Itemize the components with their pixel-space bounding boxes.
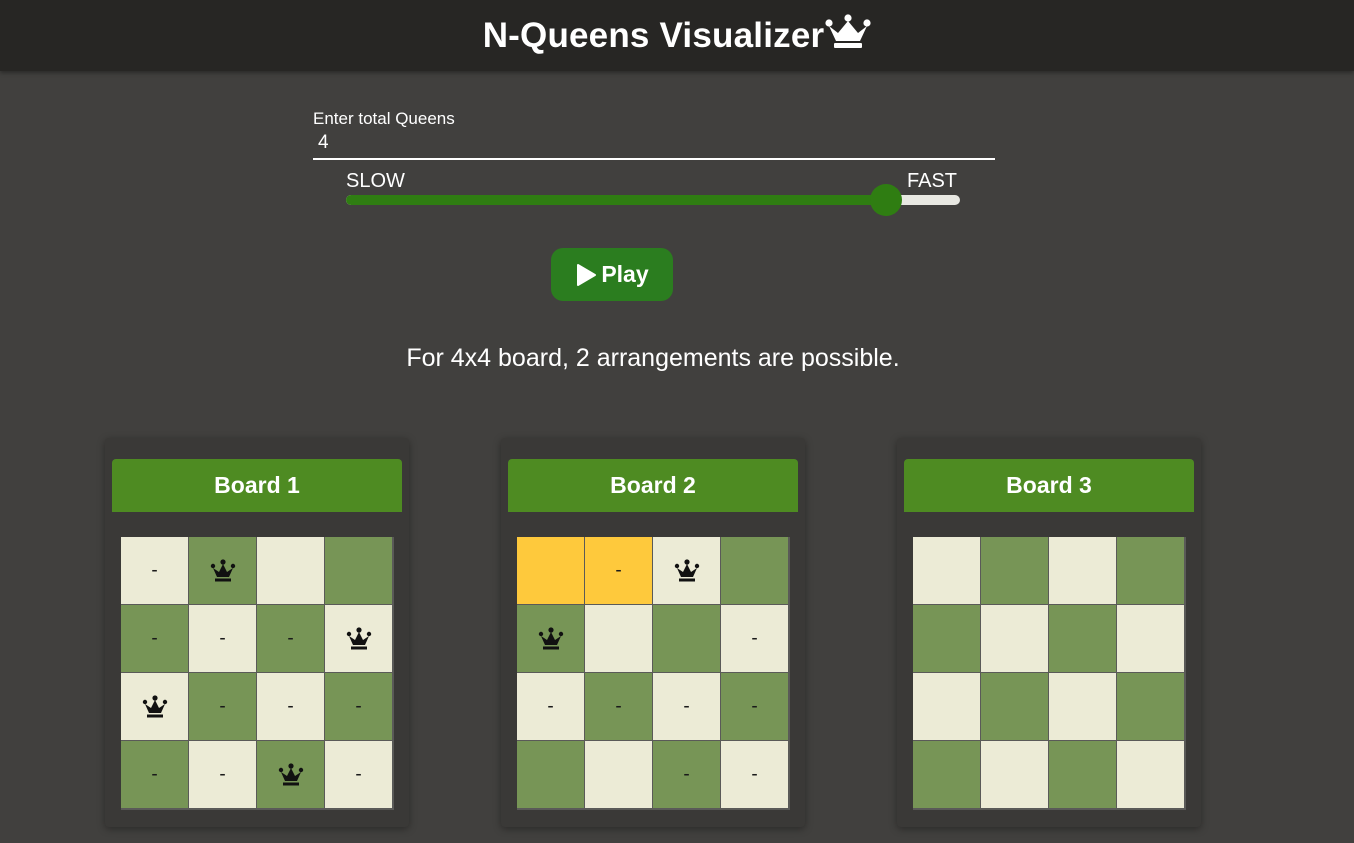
board-cell <box>121 673 188 740</box>
board-cell: - <box>721 741 788 808</box>
board-cell: - <box>121 741 188 808</box>
board-cell <box>189 537 256 604</box>
board-cell <box>913 605 980 672</box>
board-cell <box>1049 537 1116 604</box>
queen-icon <box>538 626 563 649</box>
cell-mark: - <box>751 627 758 649</box>
fast-label: FAST <box>907 170 958 192</box>
queen-icon <box>210 558 235 581</box>
chess-board <box>913 537 1186 810</box>
board-cell: - <box>325 673 392 740</box>
cell-mark: - <box>151 559 158 581</box>
queen-icon <box>278 762 303 785</box>
page-title: N-Queens Visualizer <box>482 15 825 55</box>
cell-mark: - <box>287 627 294 649</box>
board-cell <box>1117 537 1184 604</box>
board-title: Board 3 <box>904 459 1194 512</box>
slow-label: SLOW <box>346 170 405 192</box>
header: N-Queens Visualizer <box>0 0 1354 71</box>
board-cell <box>585 741 652 808</box>
cell-mark: - <box>219 695 226 717</box>
cell-mark: - <box>683 763 690 785</box>
speed-slider-fill <box>346 195 887 205</box>
play-icon <box>577 263 597 286</box>
speed-slider[interactable] <box>346 184 960 216</box>
board-cell: - <box>121 537 188 604</box>
cell-mark: - <box>751 695 758 717</box>
board-cell: - <box>653 673 720 740</box>
cell-mark: - <box>355 763 362 785</box>
queens-input-label: Enter total Queens <box>313 109 455 128</box>
board-cell <box>1117 605 1184 672</box>
board-cell <box>913 537 980 604</box>
board-cell: - <box>325 741 392 808</box>
cell-mark: - <box>683 695 690 717</box>
board-cell <box>653 537 720 604</box>
board-cell <box>1049 741 1116 808</box>
board-cell <box>257 741 324 808</box>
board-cell: - <box>517 673 584 740</box>
board-cell: - <box>121 605 188 672</box>
board-cell <box>981 537 1048 604</box>
board-cell: - <box>653 741 720 808</box>
board-cell <box>1049 605 1116 672</box>
play-button[interactable]: Play <box>551 248 673 301</box>
board-cell: - <box>585 537 652 604</box>
board-cell <box>1117 673 1184 740</box>
cell-mark: - <box>151 763 158 785</box>
board-cell <box>325 605 392 672</box>
cell-mark: - <box>751 763 758 785</box>
play-button-label: Play <box>601 261 649 287</box>
chess-board: - - - - - - - - <box>517 537 790 810</box>
cell-mark: - <box>219 627 226 649</box>
board-cell <box>1117 741 1184 808</box>
board-cell: - <box>257 605 324 672</box>
cell-mark: - <box>547 695 554 717</box>
board-cell <box>517 537 584 604</box>
board-cell <box>981 741 1048 808</box>
board-cell <box>981 673 1048 740</box>
board-card: Board 1 - - - - - - - - - - <box>105 438 409 827</box>
queens-count-input[interactable] <box>313 128 995 160</box>
cell-mark: - <box>615 695 622 717</box>
board-cell: - <box>189 605 256 672</box>
crown-icon <box>825 13 871 48</box>
board-cell: - <box>721 673 788 740</box>
cell-mark: - <box>615 559 622 581</box>
cell-mark: - <box>219 763 226 785</box>
board-cell <box>913 741 980 808</box>
board-cell: - <box>189 673 256 740</box>
cell-mark: - <box>287 695 294 717</box>
cell-mark: - <box>151 627 158 649</box>
board-cell <box>721 537 788 604</box>
queen-icon <box>674 558 699 581</box>
board-cell <box>585 605 652 672</box>
board-cell <box>981 605 1048 672</box>
board-cell: - <box>257 673 324 740</box>
board-card: Board 3 <box>897 438 1201 827</box>
arrangements-summary: For 4x4 board, 2 arrangements are possib… <box>406 344 900 372</box>
board-cell <box>517 741 584 808</box>
queen-icon <box>346 626 371 649</box>
cell-mark: - <box>355 695 362 717</box>
board-cell <box>913 673 980 740</box>
chess-board: - - - - - - - - - - <box>121 537 394 810</box>
board-cell <box>325 537 392 604</box>
board-title: Board 1 <box>112 459 402 512</box>
board-cell <box>653 605 720 672</box>
speed-slider-thumb[interactable] <box>870 184 903 216</box>
board-cell: - <box>721 605 788 672</box>
board-card: Board 2 - - - - - - - - <box>501 438 805 827</box>
board-cell: - <box>189 741 256 808</box>
board-cell: - <box>585 673 652 740</box>
queen-icon <box>142 694 167 717</box>
board-title: Board 2 <box>508 459 798 512</box>
board-cell <box>257 537 324 604</box>
board-cell <box>517 605 584 672</box>
board-cell <box>1049 673 1116 740</box>
